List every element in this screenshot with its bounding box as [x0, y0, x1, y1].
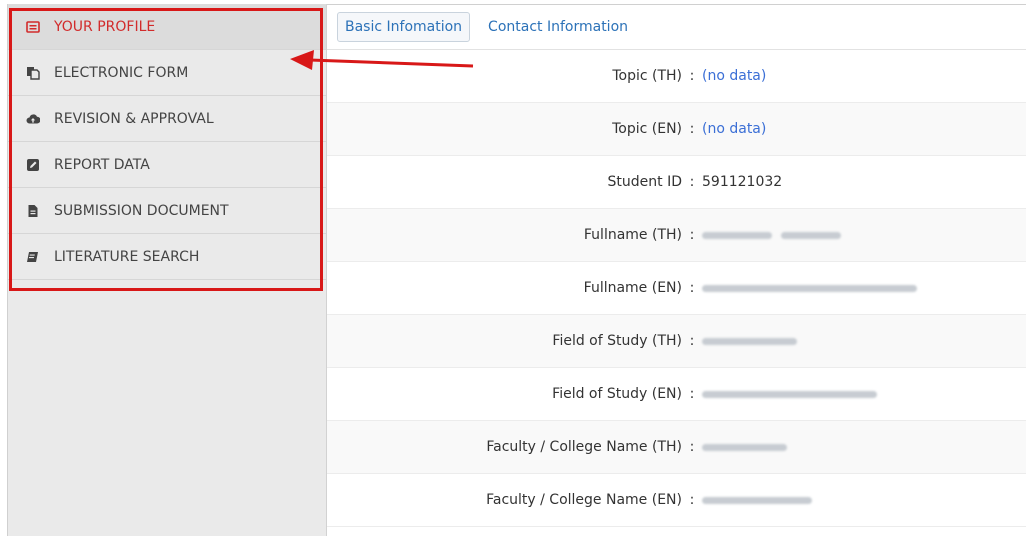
field-separator: : [689, 492, 695, 508]
field-row: Fullname (EN) : [327, 262, 1026, 315]
field-separator: : [689, 333, 695, 349]
field-row: Topic (TH) : (no data) [327, 50, 1026, 103]
field-label: Faculty / College Name (EN) [486, 492, 682, 508]
sidebar-item-label: REVISION & APPROVAL [54, 110, 214, 127]
sidebar-item-label: ELECTRONIC FORM [54, 64, 189, 81]
main-content: Basic Infomation Contact Information Top… [327, 4, 1026, 536]
field-separator: : [689, 386, 695, 402]
field-label: Fullname (TH) [583, 227, 682, 243]
sidebar-item-label: REPORT DATA [54, 156, 150, 173]
field-separator: : [689, 227, 695, 243]
field-label: Field of Study (EN) [552, 386, 682, 402]
field-row: Field of Study (TH) : [327, 315, 1026, 368]
blurred-value [702, 227, 841, 243]
field-label: Topic (EN) [612, 121, 682, 137]
field-separator: : [689, 174, 695, 190]
field-row: Topic (EN) : (no data) [327, 103, 1026, 156]
field-value: (no data) [702, 121, 767, 137]
field-separator: : [689, 280, 695, 296]
field-label: Fullname (EN) [583, 280, 682, 296]
sidebar-item-label: YOUR PROFILE [54, 18, 156, 35]
book-icon [26, 250, 40, 264]
field-row: Faculty / College Name (EN) : [327, 474, 1026, 527]
sidebar-item-your-profile[interactable]: YOUR PROFILE [8, 4, 326, 50]
field-separator: : [689, 439, 695, 455]
field-row: Faculty / College Name (TH) : [327, 421, 1026, 474]
profile-details: Topic (TH) : (no data) Topic (EN) : (no … [327, 50, 1026, 527]
blurred-value [702, 439, 787, 455]
field-row: Student ID : 591121032 [327, 156, 1026, 209]
blurred-value [702, 333, 797, 349]
profile-card-icon [26, 20, 40, 34]
field-row: Fullname (TH) : [327, 209, 1026, 262]
sidebar-item-revision-approval[interactable]: REVISION & APPROVAL [8, 96, 326, 142]
sidebar-item-label: LITERATURE SEARCH [54, 248, 200, 265]
edit-icon [26, 158, 40, 172]
field-value: (no data) [702, 68, 767, 84]
tab-contact-information[interactable]: Contact Information [480, 12, 636, 42]
sidebar-item-literature-search[interactable]: LITERATURE SEARCH [8, 234, 326, 280]
field-label: Topic (TH) [612, 68, 682, 84]
blurred-value [702, 280, 917, 296]
field-label: Field of Study (TH) [552, 333, 682, 349]
sidebar-item-electronic-form[interactable]: ELECTRONIC FORM [8, 50, 326, 96]
field-separator: : [689, 121, 695, 137]
field-value: 591121032 [702, 174, 783, 190]
file-text-icon [26, 204, 40, 218]
blurred-value [702, 492, 812, 508]
sidebar-item-report-data[interactable]: REPORT DATA [8, 142, 326, 188]
sidebar: YOUR PROFILE ELECTRONIC FORM REVISION & … [8, 4, 327, 536]
field-label: Student ID [607, 174, 682, 190]
blurred-value [702, 386, 877, 402]
copy-form-icon [26, 66, 40, 80]
cloud-upload-icon [26, 112, 40, 126]
field-row: Field of Study (EN) : [327, 368, 1026, 421]
tab-basic-information[interactable]: Basic Infomation [337, 11, 471, 42]
tab-bar: Basic Infomation Contact Information [327, 4, 1026, 50]
field-label: Faculty / College Name (TH) [486, 439, 682, 455]
sidebar-item-label: SUBMISSION DOCUMENT [54, 202, 229, 219]
sidebar-item-submission-document[interactable]: SUBMISSION DOCUMENT [8, 188, 326, 234]
field-separator: : [689, 68, 695, 84]
